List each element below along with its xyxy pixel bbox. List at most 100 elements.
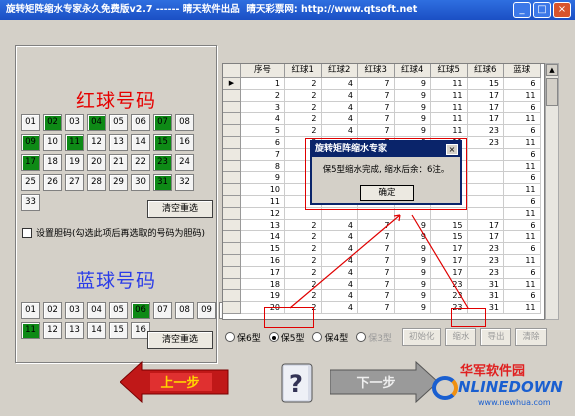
red-ball-15[interactable]: 15 <box>153 134 172 151</box>
blue-ball-07[interactable]: 07 <box>153 302 172 319</box>
table-header-cell[interactable]: 红球3 <box>358 64 395 78</box>
red-ball-24[interactable]: 24 <box>175 154 194 171</box>
red-ball-31[interactable]: 31 <box>153 174 172 191</box>
red-ball-27[interactable]: 27 <box>65 174 84 191</box>
red-ball-18[interactable]: 18 <box>43 154 62 171</box>
row-header[interactable] <box>223 160 241 173</box>
row-header[interactable] <box>223 172 241 185</box>
red-ball-08[interactable]: 08 <box>175 114 194 131</box>
mode-radio-3[interactable]: 保4型 <box>312 331 348 344</box>
table-row[interactable]: 19 2 4 7 9 23 31 6 <box>223 290 544 303</box>
blue-ball-13[interactable]: 13 <box>65 322 84 339</box>
red-ball-20[interactable]: 20 <box>87 154 106 171</box>
table-row[interactable]: 17 2 4 7 9 17 23 6 <box>223 266 544 279</box>
minimize-button[interactable]: _ <box>513 2 531 18</box>
row-header[interactable] <box>223 136 241 149</box>
table-header-cell[interactable]: 红球5 <box>431 64 468 78</box>
row-header[interactable] <box>223 113 241 126</box>
red-ball-28[interactable]: 28 <box>87 174 106 191</box>
row-header[interactable] <box>223 89 241 102</box>
row-header[interactable] <box>223 290 241 303</box>
table-scrollbar[interactable]: ▲ <box>545 63 559 320</box>
table-row[interactable]: 13 2 4 7 9 15 17 6 <box>223 219 544 232</box>
red-ball-19[interactable]: 19 <box>65 154 84 171</box>
red-ball-03[interactable]: 03 <box>65 114 84 131</box>
row-header[interactable] <box>223 148 241 161</box>
next-step-button[interactable]: 下一步 <box>330 360 440 404</box>
mode-radio-1[interactable]: 保6型 <box>225 331 261 344</box>
red-ball-06[interactable]: 06 <box>131 114 150 131</box>
red-ball-23[interactable]: 23 <box>153 154 172 171</box>
clear-button[interactable]: 清除 <box>515 328 547 346</box>
red-ball-07[interactable]: 07 <box>153 114 172 131</box>
red-ball-16[interactable]: 16 <box>175 134 194 151</box>
row-header[interactable] <box>223 125 241 137</box>
mode-radio-2[interactable]: 保5型 <box>268 331 304 344</box>
table-row[interactable]: 16 2 4 7 9 17 23 11 <box>223 254 544 267</box>
row-header[interactable] <box>223 184 241 196</box>
red-ball-26[interactable]: 26 <box>43 174 62 191</box>
dialog-close-icon[interactable]: × <box>446 144 458 155</box>
row-header[interactable] <box>223 278 241 291</box>
radio-dot-icon[interactable] <box>312 332 323 342</box>
red-ball-14[interactable]: 14 <box>131 134 150 151</box>
blue-ball-03[interactable]: 03 <box>65 302 84 319</box>
red-ball-12[interactable]: 12 <box>87 134 106 151</box>
table-row[interactable]: 5 2 4 7 9 11 23 6 <box>223 125 544 137</box>
row-header[interactable] <box>223 219 241 232</box>
prev-step-button[interactable]: 上一步 <box>120 360 230 404</box>
close-button[interactable]: × <box>553 2 571 18</box>
table-header-cell[interactable]: 红球6 <box>467 64 504 78</box>
bile-checkbox[interactable] <box>22 227 32 238</box>
blue-ball-04[interactable]: 04 <box>87 302 106 319</box>
table-row[interactable]: 14 2 4 7 9 15 17 11 <box>223 231 544 244</box>
blue-ball-11[interactable]: 11 <box>21 322 40 339</box>
table-row[interactable]: 18 2 4 7 9 23 31 11 <box>223 278 544 291</box>
row-header[interactable] <box>223 302 241 314</box>
red-ball-09[interactable]: 09 <box>21 134 40 151</box>
red-ball-25[interactable]: 25 <box>21 174 40 191</box>
maximize-button[interactable]: □ <box>533 2 551 18</box>
clear-blue-button[interactable]: 清空重选 <box>147 331 213 349</box>
red-ball-33[interactable]: 33 <box>21 194 40 211</box>
red-ball-22[interactable]: 22 <box>131 154 150 171</box>
red-ball-04[interactable]: 04 <box>87 114 106 131</box>
blue-ball-12[interactable]: 12 <box>43 322 62 339</box>
row-header[interactable] <box>223 101 241 114</box>
blue-ball-01[interactable]: 01 <box>21 302 40 319</box>
row-header[interactable] <box>223 207 241 220</box>
init-button[interactable]: 初始化 <box>401 328 442 346</box>
help-book-icon[interactable]: ? <box>278 360 318 406</box>
table-header-cell[interactable]: 序号 <box>241 64 285 78</box>
scroll-thumb[interactable] <box>546 78 558 106</box>
row-header[interactable] <box>223 243 241 255</box>
blue-ball-09[interactable]: 09 <box>197 302 216 319</box>
red-ball-29[interactable]: 29 <box>109 174 128 191</box>
table-row[interactable]: 2 2 4 7 9 11 17 11 <box>223 89 544 102</box>
red-ball-01[interactable]: 01 <box>21 114 40 131</box>
red-ball-32[interactable]: 32 <box>175 174 194 191</box>
red-ball-21[interactable]: 21 <box>109 154 128 171</box>
current-row-indicator[interactable]: ▶ <box>223 78 241 90</box>
table-header-cell[interactable]: 红球4 <box>394 64 431 78</box>
red-ball-10[interactable]: 10 <box>43 134 62 151</box>
red-ball-13[interactable]: 13 <box>109 134 128 151</box>
table-row[interactable]: ▶ 1 2 4 7 9 11 15 6 <box>223 78 544 90</box>
blue-ball-06[interactable]: 06 <box>131 302 150 319</box>
red-ball-11[interactable]: 11 <box>65 134 84 151</box>
bile-checkbox-row[interactable]: 设置胆码(勾选此项后再选取的号码为胆码) <box>22 226 205 239</box>
dialog-ok-button[interactable]: 确定 <box>360 185 414 201</box>
red-ball-05[interactable]: 05 <box>109 114 128 131</box>
scroll-up-arrow[interactable]: ▲ <box>546 64 558 76</box>
blue-ball-14[interactable]: 14 <box>87 322 106 339</box>
blue-ball-08[interactable]: 08 <box>175 302 194 319</box>
blue-ball-05[interactable]: 05 <box>109 302 128 319</box>
table-header-cell[interactable]: 红球1 <box>285 64 322 78</box>
row-header[interactable] <box>223 231 241 244</box>
radio-dot-icon[interactable] <box>356 332 367 342</box>
radio-dot-icon[interactable] <box>225 332 235 342</box>
mode-radio-4[interactable]: 保3型 <box>356 331 392 344</box>
blue-ball-02[interactable]: 02 <box>43 302 62 319</box>
row-header[interactable] <box>223 254 241 267</box>
radio-dot-icon[interactable] <box>268 332 279 342</box>
